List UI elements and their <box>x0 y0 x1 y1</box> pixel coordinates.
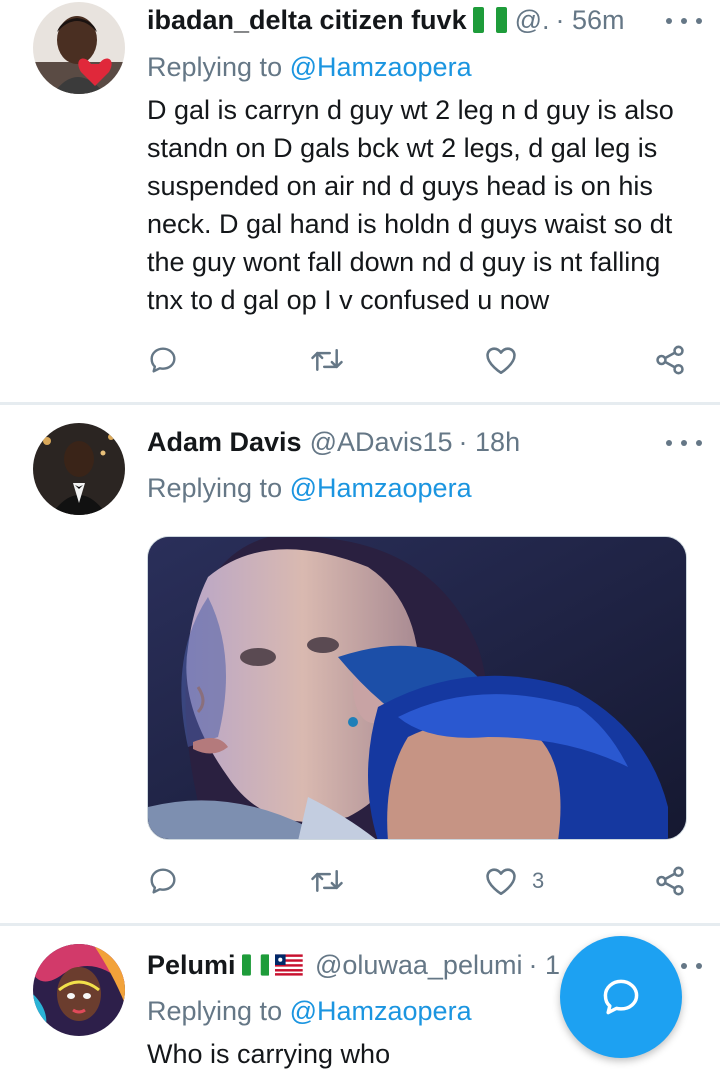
avatar[interactable] <box>33 423 125 515</box>
handle[interactable]: @ADavis15 <box>310 427 453 458</box>
share-icon <box>656 866 684 896</box>
timestamp[interactable]: · 56m <box>556 5 625 36</box>
replying-to: Replying to @Hamzaopera <box>147 52 472 82</box>
more-icon[interactable] <box>666 11 702 31</box>
mention-link[interactable]: @Hamzaopera <box>290 52 472 82</box>
display-name[interactable]: ibadan_delta citizen fuvk <box>147 5 467 36</box>
timestamp[interactable]: · 18h <box>459 427 521 458</box>
compose-icon <box>603 979 639 1015</box>
like-icon <box>486 868 516 896</box>
share-button[interactable] <box>653 340 687 380</box>
replying-to: Replying to @Hamzaopera <box>147 996 472 1026</box>
like-count: 3 <box>532 868 545 893</box>
more-icon[interactable] <box>666 433 702 453</box>
tweet-2[interactable]: Adam Davis @ADavis15 · 18h Replying to @… <box>0 405 720 923</box>
reply-button[interactable] <box>147 340 179 380</box>
display-name[interactable]: Adam Davis <box>147 427 302 458</box>
retweet-icon <box>311 870 343 892</box>
avatar[interactable] <box>33 944 125 1036</box>
liberia-flag-icon <box>275 954 303 976</box>
reply-button[interactable] <box>147 861 179 901</box>
like-button[interactable] <box>484 340 518 380</box>
nigeria-flag-icon <box>241 954 270 976</box>
tweet-text: D gal is carryn d guy wt 2 leg n d guy i… <box>147 95 674 315</box>
tweet-photo[interactable] <box>147 536 687 840</box>
like-icon <box>486 347 516 375</box>
nigeria-flag-icon <box>472 7 507 33</box>
like-button[interactable]: 3 <box>484 861 544 901</box>
share-icon <box>656 345 684 375</box>
tweet-1[interactable]: ibadan_delta citizen fuvk @. · 56m Reply… <box>0 0 720 402</box>
mention-link[interactable]: @Hamzaopera <box>290 473 472 503</box>
retweet-icon <box>311 349 343 371</box>
timestamp[interactable]: · 1 <box>528 950 560 981</box>
retweet-button[interactable] <box>309 861 345 901</box>
handle[interactable]: @. <box>515 5 550 36</box>
compose-button[interactable] <box>560 936 682 1058</box>
tweet-actions <box>0 340 720 380</box>
mention-link[interactable]: @Hamzaopera <box>290 996 472 1026</box>
avatar[interactable] <box>33 2 125 94</box>
share-button[interactable] <box>653 861 687 901</box>
handle[interactable]: @oluwaa_pelumi <box>315 950 523 981</box>
display-name[interactable]: Pelumi <box>147 950 236 981</box>
tweet-actions: 3 <box>0 861 720 901</box>
retweet-button[interactable] <box>309 340 345 380</box>
replying-to: Replying to @Hamzaopera <box>147 473 472 503</box>
reply-icon <box>150 347 176 373</box>
reply-icon <box>150 868 176 894</box>
